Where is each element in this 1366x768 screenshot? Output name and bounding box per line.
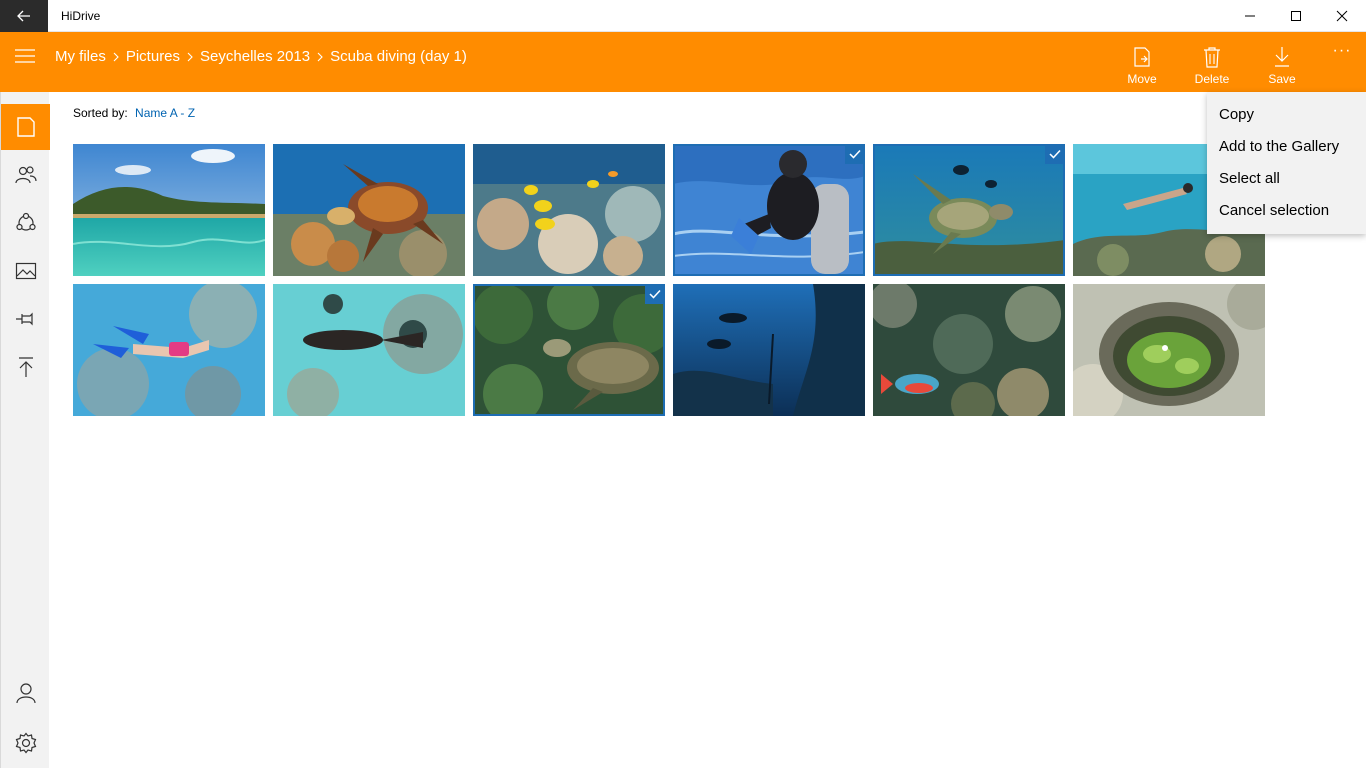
nav-upload[interactable] [1,344,50,390]
maximize-icon [1291,11,1301,21]
nav-account[interactable] [1,670,50,716]
back-arrow-icon [17,10,30,22]
move-label: Move [1127,72,1157,86]
more-options-button[interactable]: ··· [1318,42,1366,72]
chevron-right-icon [180,52,200,62]
nav-shared[interactable] [1,152,50,198]
breadcrumb-my-files[interactable]: My files [55,48,106,65]
minimize-icon [1245,15,1255,17]
photo-thumbnail-hawksbill-turtle[interactable] [273,144,465,276]
chevron-right-icon [310,52,330,62]
nav-rail [0,92,50,768]
delete-label: Delete [1194,72,1230,86]
photo-thumbnail-parrotfish-reef[interactable] [873,284,1065,416]
move-icon [1134,47,1150,67]
move-button[interactable]: Move [1107,32,1177,92]
hamburger-button[interactable] [0,32,49,80]
save-button[interactable]: Save [1247,32,1317,92]
photo-thumbnail-snorkeler-pink[interactable] [73,284,265,416]
sort-dropdown[interactable]: Name A - Z [135,106,195,120]
nav-gallery[interactable] [1,248,50,294]
breadcrumb-pictures[interactable]: Pictures [126,48,180,65]
delete-button[interactable]: Delete [1177,32,1247,92]
overflow-menu: Copy Add to the Gallery Select all Cance… [1207,92,1366,234]
breadcrumb: My files Pictures Seychelles 2013 Scuba … [55,48,467,65]
nav-pinned[interactable] [1,296,50,342]
trash-icon [1204,47,1220,68]
menu-item-copy[interactable]: Copy [1207,99,1366,131]
nav-settings[interactable] [1,720,50,766]
breadcrumb-seychelles[interactable]: Seychelles 2013 [200,48,310,65]
file-icon [16,117,35,137]
command-bar: My files Pictures Seychelles 2013 Scuba … [0,32,1366,92]
hamburger-icon [14,49,35,63]
nav-sharing-links[interactable] [1,200,50,246]
people-icon [14,166,37,184]
photo-thumbnail-beach-lagoon[interactable] [73,144,265,276]
save-label: Save [1268,72,1296,86]
upload-icon [18,357,33,377]
app-title: HiDrive [61,9,101,23]
chevron-right-icon [106,52,126,62]
breadcrumb-scuba-diving[interactable]: Scuba diving (day 1) [330,48,467,65]
sort-indicator: Sorted by: Name A - Z [73,106,195,120]
photo-thumbnail-coral-reef-fish[interactable] [473,144,665,276]
image-icon [15,262,36,280]
photo-thumbnail-turtle-on-coral[interactable] [473,284,665,416]
photo-thumbnail-turtle-with-divers[interactable] [873,144,1065,276]
checkmark-icon [1045,144,1065,164]
user-icon [15,683,36,704]
checkmark-icon [845,144,865,164]
back-button[interactable] [0,0,48,32]
download-icon [1275,47,1289,67]
close-icon [1336,10,1348,22]
minimize-button[interactable] [1227,0,1273,32]
close-button[interactable] [1319,0,1365,32]
menu-item-cancel-selection[interactable]: Cancel selection [1207,195,1366,227]
checkmark-icon [645,284,665,304]
photo-thumbnail-diver-with-tank[interactable] [673,144,865,276]
title-bar: HiDrive [0,0,1366,32]
share-circle-icon [15,212,36,231]
sort-label: Sorted by: [73,106,128,120]
nav-my-files[interactable] [1,104,50,150]
photo-thumbnail-fish-sandy-bottom[interactable] [273,284,465,416]
maximize-button[interactable] [1273,0,1319,32]
photo-thumbnail-anemone-rock[interactable] [1073,284,1265,416]
pin-icon [15,312,33,326]
menu-item-add-to-gallery[interactable]: Add to the Gallery [1207,131,1366,163]
gear-icon [15,732,36,754]
menu-item-select-all[interactable]: Select all [1207,163,1366,195]
photo-thumbnail-divers-deep-blue[interactable] [673,284,865,416]
